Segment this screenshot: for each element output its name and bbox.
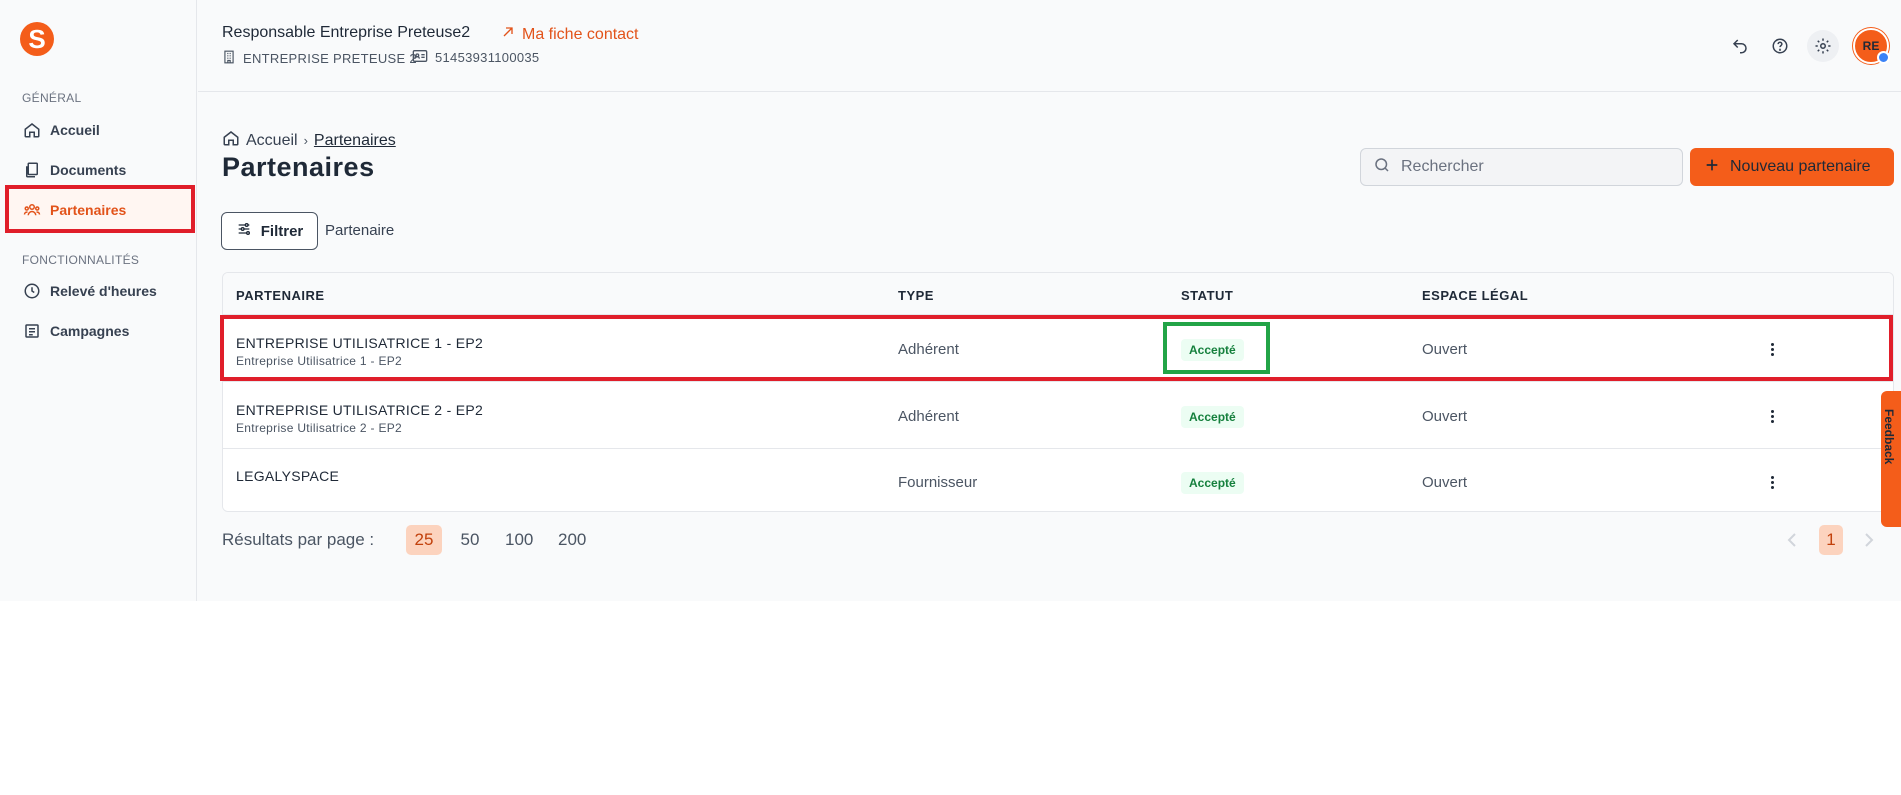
partner-name[interactable]: ENTREPRISE UTILISATRICE 1 - EP2 bbox=[236, 335, 483, 351]
user-title: Responsable Entreprise Preteuse2 bbox=[222, 24, 471, 41]
partner-type: Adhérent bbox=[898, 341, 959, 358]
sidebar-item-label: Documents bbox=[50, 162, 127, 178]
filter-label: Filtrer bbox=[260, 222, 304, 240]
sidebar-item-label: Accueil bbox=[50, 122, 100, 138]
sidebar-item-partenaires[interactable]: Partenaires bbox=[8, 190, 192, 230]
new-partner-label: Nouveau partenaire bbox=[1730, 158, 1871, 175]
app-logo[interactable]: S bbox=[20, 22, 54, 56]
chevron-right-icon: › bbox=[303, 133, 308, 148]
header-actions: RE bbox=[1727, 28, 1890, 64]
partners-icon bbox=[23, 201, 41, 219]
page-number-current[interactable]: 1 bbox=[1819, 525, 1843, 555]
section-label-general: GÉNÉRAL bbox=[22, 91, 82, 105]
per-page-option-25[interactable]: 25 bbox=[406, 525, 442, 555]
siret-number: 51453931100035 bbox=[435, 50, 540, 65]
legal-space-status: Ouvert bbox=[1422, 408, 1468, 425]
clock-icon bbox=[23, 282, 41, 300]
breadcrumb: Accueil › Partenaires bbox=[222, 129, 396, 152]
search-input[interactable] bbox=[1401, 158, 1661, 176]
column-header-espace-legal[interactable]: ESPACE LÉGAL bbox=[1422, 288, 1528, 303]
section-label-features: FONCTIONNALITÉS bbox=[22, 253, 140, 267]
per-page-option-50[interactable]: 50 bbox=[452, 525, 488, 555]
home-icon[interactable] bbox=[222, 129, 240, 152]
campaign-icon bbox=[23, 322, 41, 340]
company-info: ENTREPRISE PRETEUSE 2 bbox=[222, 49, 417, 68]
sidebar-item-documents[interactable]: Documents bbox=[8, 150, 192, 190]
contact-link-label: Ma fiche contact bbox=[522, 25, 639, 43]
sidebar-item-label: Relevé d'heures bbox=[50, 283, 157, 299]
table-row[interactable]: LEGALYSPACE Fournisseur Accepté Ouvert bbox=[223, 450, 1893, 511]
documents-icon bbox=[23, 161, 41, 179]
search-box bbox=[1360, 148, 1683, 186]
status-badge: Accepté bbox=[1181, 472, 1244, 494]
new-partner-button[interactable]: Nouveau partenaire bbox=[1690, 148, 1894, 186]
partner-subname: Entreprise Utilisatrice 2 - EP2 bbox=[236, 421, 403, 435]
partners-table: PARTENAIRE TYPE STATUT ESPACE LÉGAL ENTR… bbox=[222, 272, 1894, 512]
feedback-label: Feedback bbox=[1882, 409, 1896, 465]
user-avatar[interactable]: RE bbox=[1853, 28, 1890, 64]
help-icon[interactable] bbox=[1767, 33, 1793, 59]
company-name: ENTREPRISE PRETEUSE 2 bbox=[243, 51, 417, 66]
plus-icon bbox=[1704, 157, 1720, 178]
partner-name[interactable]: ENTREPRISE UTILISATRICE 2 - EP2 bbox=[236, 402, 483, 418]
sidebar-item-accueil[interactable]: Accueil bbox=[8, 110, 192, 150]
partner-subname: Entreprise Utilisatrice 1 - EP2 bbox=[236, 354, 403, 368]
home-icon bbox=[23, 121, 41, 139]
building-icon bbox=[222, 49, 236, 68]
avatar-badge bbox=[1877, 51, 1890, 64]
table-row[interactable]: ENTREPRISE UTILISATRICE 1 - EP2 Entrepri… bbox=[223, 316, 1893, 382]
column-header-partenaire[interactable]: PARTENAIRE bbox=[236, 288, 325, 303]
legal-space-status: Ouvert bbox=[1422, 474, 1468, 491]
per-page-option-100[interactable]: 100 bbox=[499, 525, 539, 555]
arrow-up-right-icon bbox=[500, 24, 516, 45]
breadcrumb-home[interactable]: Accueil bbox=[246, 132, 298, 150]
more-vertical-icon[interactable] bbox=[1762, 339, 1782, 359]
page-title: Partenaires bbox=[222, 152, 375, 182]
status-badge: Accepté bbox=[1181, 406, 1244, 428]
column-header-statut[interactable]: STATUT bbox=[1181, 288, 1233, 303]
more-vertical-icon[interactable] bbox=[1762, 406, 1782, 426]
legal-space-status: Ouvert bbox=[1422, 341, 1468, 358]
partner-type: Fournisseur bbox=[898, 474, 978, 491]
table-row[interactable]: ENTREPRISE UTILISATRICE 2 - EP2 Entrepri… bbox=[223, 383, 1893, 449]
gear-icon[interactable] bbox=[1807, 30, 1839, 62]
contact-link[interactable]: Ma fiche contact bbox=[500, 24, 639, 45]
more-vertical-icon[interactable] bbox=[1762, 472, 1782, 492]
top-header: Responsable Entreprise Preteuse2 Ma fich… bbox=[198, 0, 1901, 92]
sidebar-item-releve-heures[interactable]: Relevé d'heures bbox=[8, 271, 192, 311]
per-page-label: Résultats par page : bbox=[222, 530, 375, 549]
column-header-type[interactable]: TYPE bbox=[898, 288, 934, 303]
feedback-tab[interactable]: Feedback bbox=[1881, 391, 1901, 527]
sidebar-item-label: Campagnes bbox=[50, 323, 130, 339]
chevron-left-icon[interactable] bbox=[1780, 525, 1804, 555]
active-filter-tag[interactable]: Partenaire bbox=[325, 222, 394, 239]
undo-icon[interactable] bbox=[1727, 33, 1753, 59]
sidebar-item-campagnes[interactable]: Campagnes bbox=[8, 311, 192, 351]
search-icon bbox=[1373, 156, 1391, 179]
table-header: PARTENAIRE TYPE STATUT ESPACE LÉGAL bbox=[223, 273, 1893, 315]
breadcrumb-current[interactable]: Partenaires bbox=[314, 132, 396, 150]
per-page-option-200[interactable]: 200 bbox=[552, 525, 592, 555]
sidebar-item-label: Partenaires bbox=[50, 202, 127, 218]
sliders-icon bbox=[236, 221, 252, 241]
partner-name[interactable]: LEGALYSPACE bbox=[236, 468, 339, 484]
id-card-icon bbox=[412, 49, 428, 66]
siret-info: 51453931100035 bbox=[412, 49, 539, 66]
status-badge: Accepté bbox=[1181, 339, 1244, 361]
avatar-initials: RE bbox=[1862, 39, 1880, 53]
chevron-right-icon[interactable] bbox=[1857, 525, 1881, 555]
filter-button[interactable]: Filtrer bbox=[221, 212, 318, 250]
partner-type: Adhérent bbox=[898, 408, 959, 425]
sidebar: S GÉNÉRAL Accueil Documents Partenaires … bbox=[0, 0, 197, 601]
app-shell: S GÉNÉRAL Accueil Documents Partenaires … bbox=[0, 0, 1901, 601]
